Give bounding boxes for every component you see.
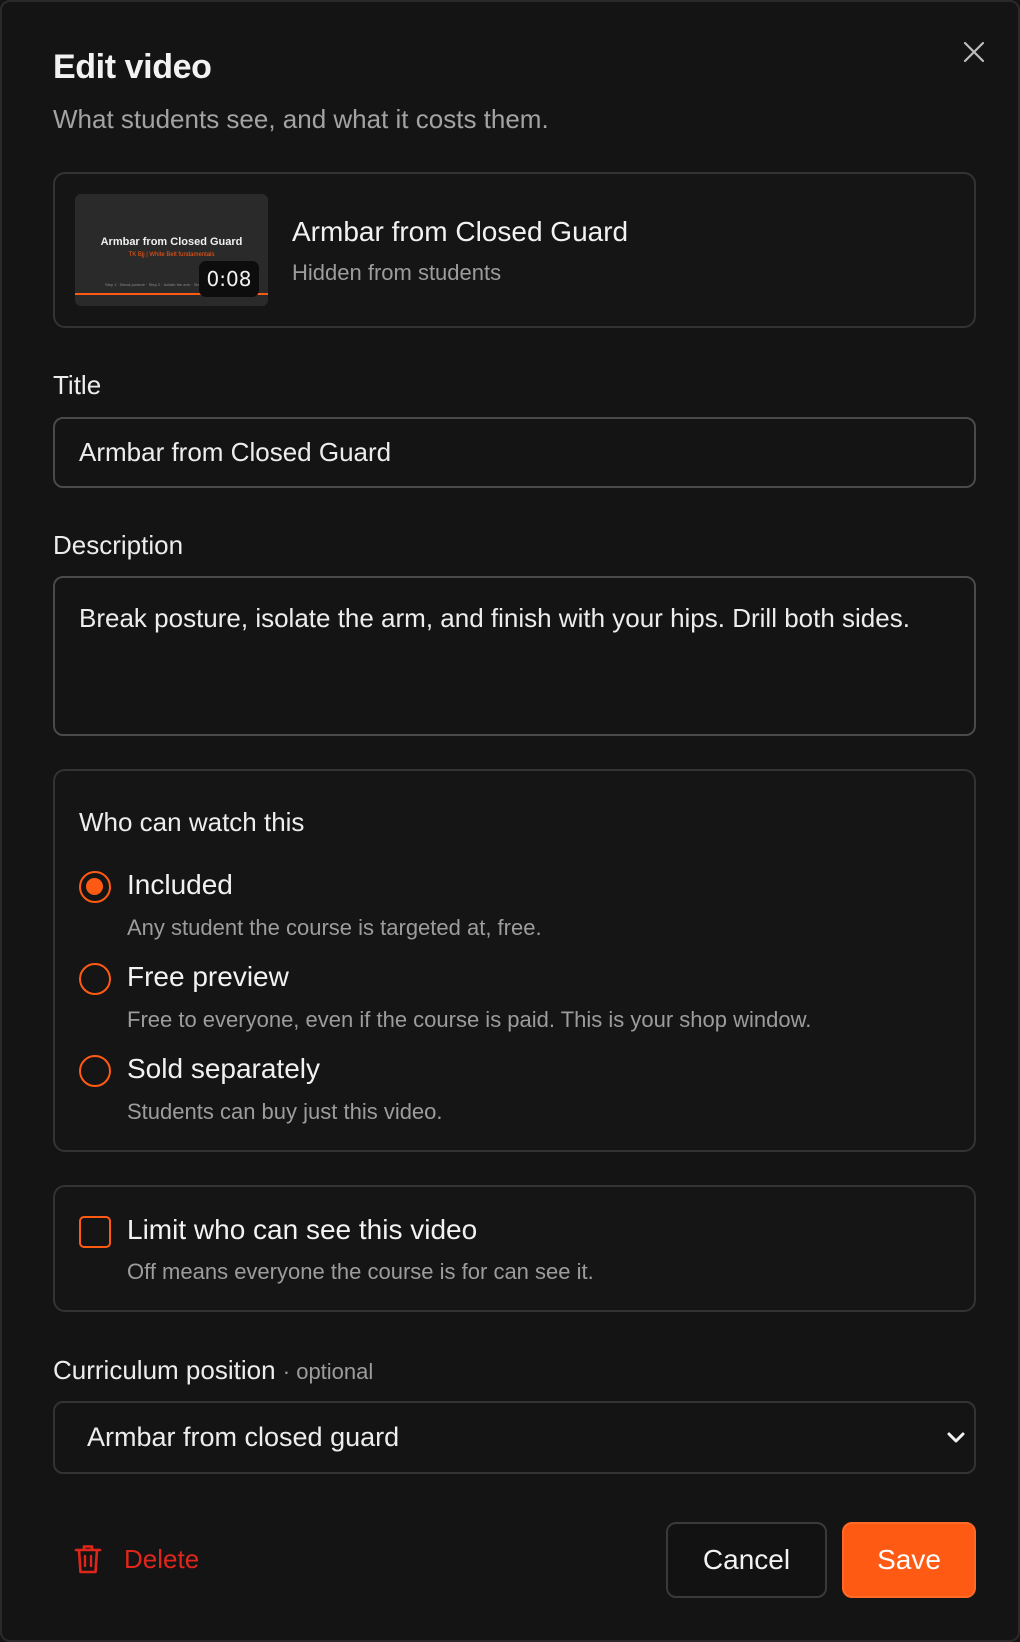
title-label: Title [53, 370, 102, 400]
curriculum-selected-value: Armbar from closed guard [87, 1422, 400, 1452]
thumbnail-title: Armbar from Closed Guard [100, 236, 243, 248]
option-description: Students can buy just this video. [127, 1099, 443, 1124]
trash-icon [74, 1545, 102, 1574]
description-label: Description [53, 530, 184, 560]
option-description: Any student the course is targeted at, f… [127, 915, 542, 940]
close-icon [963, 41, 985, 63]
edit-video-dialog: Edit video What students see, and what i… [0, 0, 1020, 1642]
video-summary-card: Armbar from Closed Guard TK Bjj | White … [53, 172, 976, 328]
radio-sold-separately[interactable] [79, 1055, 111, 1087]
option-description: Free to everyone, even if the course is … [127, 1007, 812, 1032]
limit-visibility-description: Off means everyone the course is for can… [127, 1259, 594, 1284]
video-visibility-status: Hidden from students [292, 260, 502, 285]
limit-visibility-checkbox[interactable] [79, 1216, 111, 1248]
thumbnail-footer: Step 1 · Break posture · Step 2 · Isolat… [105, 282, 206, 287]
dialog-title: Edit video [53, 48, 212, 86]
curriculum-label-text: Curriculum position [53, 1355, 276, 1385]
title-input[interactable]: Armbar from Closed Guard [53, 417, 976, 488]
delete-button[interactable]: Delete [74, 1535, 199, 1583]
limit-visibility-label[interactable]: Limit who can see this video [127, 1214, 477, 1246]
access-options-card: Who can watch this Included Any student … [53, 769, 976, 1152]
radio-included[interactable] [79, 871, 111, 903]
description-textarea[interactable]: Break posture, isolate the arm, and fini… [53, 576, 976, 736]
video-thumbnail[interactable]: Armbar from Closed Guard TK Bjj | White … [75, 194, 268, 306]
dialog-subtitle: What students see, and what it costs the… [53, 104, 549, 134]
limit-visibility-card: Limit who can see this video Off means e… [53, 1185, 976, 1312]
video-title: Armbar from Closed Guard [292, 216, 629, 247]
access-heading: Who can watch this [79, 807, 305, 837]
curriculum-position-select[interactable]: Armbar from closed guard [53, 1401, 976, 1474]
chevron-down-icon [947, 1432, 965, 1443]
curriculum-label: Curriculum position · optional [53, 1355, 373, 1386]
option-label: Included [127, 869, 233, 900]
save-button[interactable]: Save [842, 1522, 976, 1598]
option-label: Sold separately [127, 1053, 321, 1084]
option-label: Free preview [127, 961, 289, 992]
radio-free-preview[interactable] [79, 963, 111, 995]
duration-badge: 0:08 [199, 261, 259, 297]
delete-label: Delete [124, 1543, 200, 1574]
close-button[interactable] [954, 32, 994, 72]
thumbnail-subtitle: TK Bjj | White Belt fundamentals [128, 252, 215, 258]
cancel-button[interactable]: Cancel [666, 1522, 827, 1598]
optional-hint: · optional [282, 1359, 374, 1384]
